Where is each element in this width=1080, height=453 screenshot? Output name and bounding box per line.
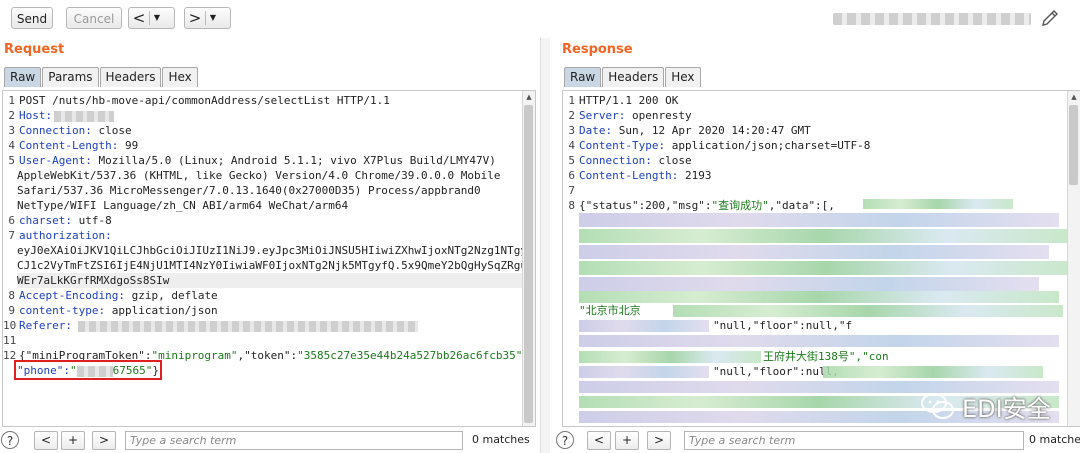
scroll-up-icon[interactable]: ▲ — [523, 91, 535, 103]
response-editor[interactable]: 1 HTTP/1.1 200 OK 2 Server: openresty 3 Dat… — [562, 90, 1080, 427]
search-prev-button[interactable]: < — [34, 431, 58, 450]
code-line: 4 Content-Length: 99 — [8, 139, 139, 152]
code-line: 3 Date: Sun, 12 Apr 2020 14:20:47 GMT — [568, 124, 811, 137]
help-icon[interactable]: ? — [1, 431, 19, 449]
redacted-region — [863, 199, 1013, 209]
response-search-input[interactable]: Type a search term — [684, 431, 1024, 450]
response-match-count: 0 matches — [1029, 433, 1080, 446]
edit-target-icon[interactable] — [1040, 8, 1060, 28]
phone-highlight-box — [14, 360, 162, 380]
redacted-region — [579, 261, 1075, 275]
code-line: 5 Connection: close — [568, 154, 692, 167]
code-line: 9 content-type: application/json — [8, 304, 218, 317]
back-arrow-icon: < — [132, 9, 146, 27]
redacted-region — [579, 366, 709, 378]
tab-headers[interactable]: Headers — [602, 67, 665, 87]
code-line-wrap: 王府井大街138号","con — [763, 350, 889, 363]
search-next-button[interactable]: > — [92, 431, 116, 450]
back-nav-button[interactable]: < ▼ — [128, 7, 175, 29]
watermark-text: EDI安全 — [962, 394, 1051, 423]
redacted-region — [579, 277, 1039, 291]
request-match-count: 0 matches — [472, 433, 530, 446]
scroll-up-icon[interactable]: ▲ — [1068, 91, 1080, 103]
code-line: 7 — [568, 184, 575, 197]
redacted-region — [823, 366, 1043, 378]
search-prev-button[interactable]: < — [587, 431, 611, 450]
tab-hex[interactable]: Hex — [665, 67, 701, 87]
code-line: 6 charset: utf-8 — [8, 214, 112, 227]
redacted-region — [579, 335, 1059, 347]
code-line-wrap: Safari/537.36 MicroMessenger/7.0.13.1640… — [17, 184, 481, 197]
code-line: 11 — [3, 334, 17, 347]
forward-nav-button[interactable]: > ▼ — [184, 7, 231, 29]
response-title: Response — [562, 42, 633, 57]
request-scrollbar[interactable]: ▲ — [522, 91, 535, 426]
code-line: 3 Connection: close — [8, 124, 132, 137]
response-scrollbar[interactable]: ▲ — [1067, 91, 1080, 426]
help-icon[interactable]: ? — [556, 431, 574, 449]
redacted-region — [673, 305, 1063, 317]
code-line: 10 Referer: — [3, 318, 418, 333]
tab-params[interactable]: Params — [42, 67, 99, 87]
tab-headers[interactable]: Headers — [99, 67, 162, 87]
code-line: 6 Content-Length: 2193 — [568, 169, 712, 182]
tab-hex[interactable]: Hex — [162, 67, 198, 87]
chevron-down-icon: ▼ — [153, 13, 161, 22]
watermark: EDI安全 — [920, 389, 1051, 423]
request-search-input[interactable]: Type a search term — [125, 431, 463, 450]
search-add-button[interactable]: + — [61, 431, 85, 450]
code-line-wrap: AppleWebKit/537.36 (KHTML, like Gecko) V… — [17, 169, 501, 182]
response-search-bar: ? < + > Type a search term 0 matches — [550, 431, 1080, 451]
request-panel: Request Raw Params Headers Hex 1 POST /nu… — [0, 38, 540, 453]
redacted-region — [579, 291, 1059, 303]
request-editor[interactable]: 1 POST /nuts/hb-move-api/commonAddress/se… — [2, 90, 536, 427]
chevron-down-icon: ▼ — [209, 13, 217, 22]
code-line-wrap: "null,"floor":null, — [713, 365, 839, 378]
redacted-region — [579, 351, 761, 363]
redacted-region — [579, 320, 709, 332]
search-next-button[interactable]: > — [647, 431, 671, 450]
code-line: 2 Host: — [3, 108, 115, 123]
redacted-region — [579, 213, 1059, 227]
code-line: 7 authorization: — [8, 229, 112, 242]
toolbar: Send Cancel < ▼ > ▼ — [0, 0, 1080, 38]
code-line-wrap: CJ1c2VyTmFtZSI6IjE4NjU1MTI4NzY0IiwiaWF0I… — [17, 259, 534, 272]
scroll-thumb[interactable] — [524, 105, 533, 423]
code-line: 1 HTTP/1.1 200 OK — [568, 94, 679, 107]
tab-raw[interactable]: Raw — [4, 67, 42, 87]
request-title: Request — [4, 42, 65, 57]
response-tabs: Raw Headers Hex — [564, 67, 702, 87]
redacted-host — [54, 110, 115, 122]
tab-raw[interactable]: Raw — [564, 67, 602, 87]
cancel-button[interactable]: Cancel — [66, 7, 122, 29]
code-line: 4 Content-Type: application/json;charset=… — [568, 139, 871, 152]
code-line: 5 User-Agent: Mozilla/5.0 (Linux; Android… — [8, 154, 496, 167]
code-line-wrap: WEr7aLkKGrfRMXdgoSs8SIw — [17, 273, 523, 288]
code-line: 1 POST /nuts/hb-move-api/commonAddress/se… — [8, 94, 390, 107]
scroll-thumb[interactable] — [1069, 105, 1078, 185]
search-add-button[interactable]: + — [615, 431, 639, 450]
code-line-wrap: eyJ0eXAiOiJKV1QiLCJhbGciOiJIUzI1NiJ9.eyJ… — [17, 244, 534, 257]
wechat-logo-icon — [921, 393, 954, 419]
code-line: 8 Accept-Encoding: gzip, deflate — [8, 289, 218, 302]
request-search-bar: ? < + > Type a search term 0 matches — [0, 431, 540, 451]
forward-arrow-icon: > — [188, 9, 202, 27]
request-tabs: Raw Params Headers Hex — [4, 67, 199, 87]
code-line: 8 {"status":200,"msg":"查询成功","data":[, — [568, 199, 835, 212]
target-host-redacted — [833, 13, 1031, 25]
redacted-referer — [77, 320, 418, 332]
redacted-region — [579, 245, 1049, 259]
code-line-wrap: "北京市北京 — [579, 304, 641, 317]
code-line-wrap: NetType/WIFI Language/zh_CN ABI/arm64 We… — [17, 199, 349, 212]
code-line: 2 Server: openresty — [568, 109, 692, 122]
send-button[interactable]: Send — [11, 7, 53, 29]
redacted-region — [579, 229, 1069, 243]
code-line-wrap: "null,"floor":null,"f — [713, 319, 853, 332]
